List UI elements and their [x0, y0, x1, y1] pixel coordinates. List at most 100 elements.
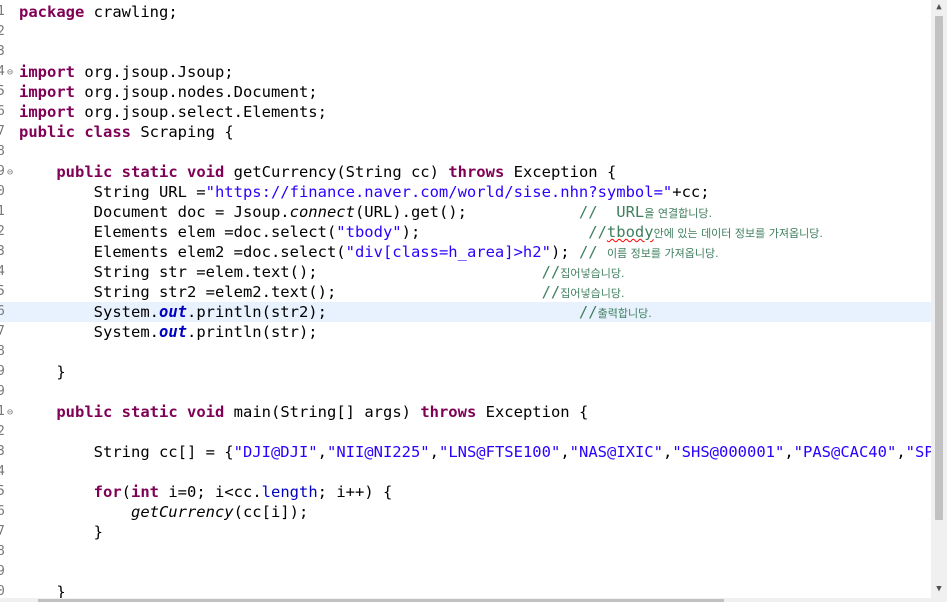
line-number: 4 — [0, 64, 5, 79]
code-line[interactable]: 1 package crawling; — [0, 2, 931, 22]
line-number: 6 — [0, 304, 5, 319]
code-line[interactable]: 5 String str2 =elem2.text(); //집어넣습니당. — [0, 282, 931, 302]
code-line[interactable]: 7 } — [0, 522, 931, 542]
line-number: 1 — [0, 204, 5, 219]
code-line[interactable]: 0 } — [0, 582, 931, 598]
code-text: } — [19, 523, 103, 541]
code-editor[interactable]: 1 package crawling; 2 3 4 ⊖ import org.j… — [0, 0, 931, 598]
keyword: import — [19, 63, 75, 81]
code-line[interactable]: 9 — [0, 382, 931, 402]
keyword: public — [19, 123, 75, 141]
code-line[interactable]: 9 — [0, 562, 931, 582]
code-line[interactable]: 2 — [0, 22, 931, 42]
comment: //집어넣습니당. — [541, 263, 625, 281]
code-line[interactable]: 8 — [0, 542, 931, 562]
line-number: 3 — [0, 444, 5, 459]
line-number: 8 — [0, 544, 5, 559]
line-number: 2 — [0, 424, 5, 439]
fold-collapse-icon[interactable]: ⊖ — [7, 163, 13, 183]
code-text: org.jsoup.nodes.Document; — [75, 83, 318, 101]
static-field: out — [158, 303, 187, 321]
line-number: 2 — [0, 24, 5, 39]
code-line[interactable]: 7 System.out.println(str); — [0, 322, 931, 342]
code-line[interactable]: 6 getCurrency(cc[i]); — [0, 502, 931, 522]
static-method: getCurrency — [130, 503, 234, 521]
code-line[interactable]: 0 String URL ="https://finance.naver.com… — [0, 182, 931, 202]
code-line[interactable]: 7 public class Scraping { — [0, 122, 931, 142]
code-line[interactable]: 5 import org.jsoup.nodes.Document; — [0, 82, 931, 102]
line-number: 6 — [0, 104, 5, 119]
line-number: 7 — [0, 324, 5, 339]
line-number: 3 — [0, 244, 5, 259]
code-text: i=0; i<cc. — [159, 483, 262, 501]
code-line[interactable]: 1 Document doc = Jsoup.connect(URL).get(… — [0, 202, 931, 222]
keyword: import — [19, 103, 75, 121]
vertical-scrollbar[interactable]: ▲ ▼ — [931, 0, 947, 602]
keyword: static — [121, 403, 178, 421]
code-text: Exception { — [504, 163, 617, 181]
code-line[interactable]: 1 ⊖ public static void main(String[] arg… — [0, 402, 931, 422]
keyword: int — [131, 483, 159, 501]
comment: //출력합니당. — [578, 303, 652, 321]
line-number: 1 — [0, 4, 5, 19]
code-text: Scraping { — [131, 123, 234, 141]
keyword: import — [19, 83, 75, 101]
line-number: 8 — [0, 144, 5, 159]
code-text: org.jsoup.select.Elements; — [75, 103, 327, 121]
scroll-up-arrow-icon[interactable]: ▲ — [931, 0, 947, 14]
line-number: 4 — [0, 264, 5, 279]
line-number: 2 — [0, 224, 5, 239]
line-number: 9 — [0, 164, 5, 179]
fold-collapse-icon[interactable]: ⊖ — [7, 403, 13, 423]
string-literal: "PAS@CAC40" — [793, 443, 897, 461]
line-number: 5 — [0, 84, 5, 99]
code-text: ; i++) { — [317, 483, 393, 501]
code-text: String str2 =elem2.text(); — [19, 283, 542, 301]
code-text: , — [662, 443, 673, 461]
current-code-line[interactable]: 6 System.out.println(str2); //출력합니당. — [0, 302, 931, 322]
code-line[interactable]: 2 — [0, 422, 931, 442]
code-line[interactable]: 8 — [0, 142, 931, 162]
line-number: 9 — [0, 364, 5, 379]
code-line[interactable]: 4 — [0, 462, 931, 482]
code-line[interactable]: 4 ⊖ import org.jsoup.Jsoup; — [0, 62, 931, 82]
code-line[interactable]: 6 import org.jsoup.select.Elements; — [0, 102, 931, 122]
keyword: class — [84, 123, 132, 141]
code-text: org.jsoup.Jsoup; — [75, 63, 234, 81]
fold-collapse-icon[interactable]: ⊖ — [7, 63, 13, 83]
keyword: static — [121, 163, 178, 181]
line-number: 4 — [0, 464, 5, 479]
horizontal-scrollbar[interactable] — [0, 598, 931, 602]
code-text: , — [429, 443, 439, 461]
code-line[interactable]: 8 — [0, 342, 931, 362]
vertical-scroll-thumb[interactable] — [935, 16, 943, 520]
code-text: getCurrency(String cc) — [224, 163, 449, 181]
field: length — [261, 483, 318, 501]
code-line[interactable]: 4 String str =elem.text(); //집어넣습니당. — [0, 262, 931, 282]
code-line[interactable]: 3 Elements elem2 =doc.select("div[class=… — [0, 242, 931, 262]
code-text: } — [19, 583, 66, 598]
keyword: throws — [448, 163, 505, 181]
code-text: crawling; — [84, 3, 178, 21]
code-line[interactable]: 5 for(int i=0; i<cc.length; i++) { — [0, 482, 931, 502]
code-line[interactable]: 3 String cc[] = {"DJI@DJI","NII@NI225","… — [0, 442, 931, 462]
code-text: , — [784, 443, 794, 461]
code-text: String str =elem.text(); — [19, 263, 542, 281]
keyword: void — [187, 163, 225, 181]
line-number: 0 — [0, 184, 5, 199]
keyword: void — [187, 403, 225, 421]
string-literal: "div[class=h_area]>h2" — [345, 243, 551, 261]
code-text: Exception { — [476, 403, 589, 421]
code-text: .println(str); — [186, 323, 318, 341]
string-literal: "NII@NI225" — [326, 443, 430, 461]
code-line[interactable]: 9 ⊖ public static void getCurrency(Strin… — [0, 162, 931, 182]
code-text: main(String[] args) — [224, 403, 421, 421]
keyword: public — [56, 403, 113, 421]
static-method: connect — [289, 203, 355, 221]
code-text: ); — [401, 223, 589, 241]
string-literal: "LNS@FTSE100" — [438, 443, 561, 461]
code-line[interactable]: 2 Elements elem =doc.select("tbody"); //… — [0, 222, 931, 242]
code-line[interactable]: 9 } — [0, 362, 931, 382]
code-line[interactable]: 3 — [0, 42, 931, 62]
scroll-down-arrow-icon[interactable]: ▼ — [931, 582, 947, 596]
